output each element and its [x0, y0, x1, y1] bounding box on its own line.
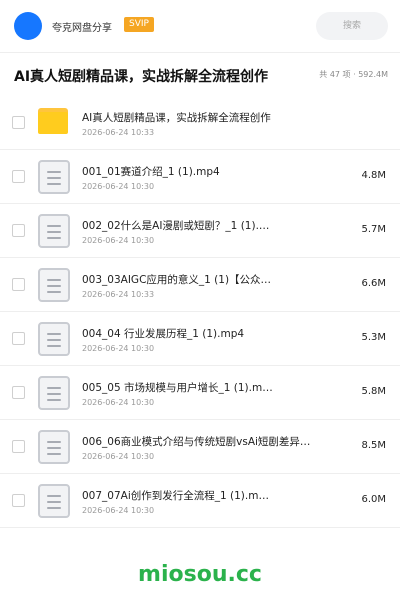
file-date: 2026-06-24 10:30: [82, 398, 155, 407]
file-name: 002_02什么是AI漫剧或短剧？_1 (1).…: [82, 220, 270, 232]
file-size: 6.6M: [361, 278, 386, 289]
checkbox[interactable]: [12, 386, 25, 399]
document-icon: [38, 160, 70, 194]
document-icon: [38, 268, 70, 302]
checkbox[interactable]: [12, 170, 25, 183]
document-icon: [38, 484, 70, 518]
file-date: 2026-06-24 10:30: [82, 506, 155, 515]
share-name: 夸克网盘分享: [52, 23, 112, 34]
file-name: 003_03AIGC应用的意义_1 (1)【公众…: [82, 274, 272, 286]
checkbox[interactable]: [12, 224, 25, 237]
avatar[interactable]: [14, 12, 42, 40]
file-date: 2026-06-24 10:30: [82, 344, 155, 353]
top-bar: 夸克网盘分享 SVIP 搜索: [0, 0, 400, 52]
checkbox[interactable]: [12, 278, 25, 291]
file-name: 006_06商业模式介绍与传统短剧vsAi短剧差异…: [82, 436, 311, 448]
file-date: 2026-06-24 10:33: [82, 290, 155, 299]
file-size: 5.8M: [361, 386, 386, 397]
list-item[interactable]: 007_07Ai创作到发行全流程_1 (1).m… 2026-06-24 10:…: [0, 474, 400, 528]
file-name: AI真人短剧精品课，实战拆解全流程创作: [82, 112, 271, 124]
header-divider: [0, 52, 400, 53]
file-size: 4.8M: [361, 170, 386, 181]
document-icon: [38, 214, 70, 248]
folder-icon: [38, 108, 68, 134]
file-size: 5.7M: [361, 224, 386, 235]
checkbox[interactable]: [12, 494, 25, 507]
document-icon: [38, 376, 70, 410]
list-item[interactable]: 006_06商业模式介绍与传统短剧vsAi短剧差异… 2026-06-24 10…: [0, 420, 400, 474]
svip-badge: SVIP: [124, 17, 154, 32]
page-title: AI真人短剧精品课，实战拆解全流程创作: [14, 69, 269, 85]
folder-meta: 共 47 项 · 592.4M: [319, 70, 388, 79]
list-item[interactable]: 001_01赛道介绍_1 (1).mp4 2026-06-24 10:30 4.…: [0, 150, 400, 204]
file-size: 6.0M: [361, 494, 386, 505]
list-item[interactable]: 003_03AIGC应用的意义_1 (1)【公众… 2026-06-24 10:…: [0, 258, 400, 312]
file-name: 007_07Ai创作到发行全流程_1 (1).m…: [82, 490, 269, 502]
list-item[interactable]: 002_02什么是AI漫剧或短剧？_1 (1).… 2026-06-24 10:…: [0, 204, 400, 258]
file-date: 2026-06-24 10:30: [82, 182, 155, 191]
file-size: 5.3M: [361, 332, 386, 343]
file-size: 8.5M: [361, 440, 386, 451]
watermark: miosou.cc: [138, 562, 262, 587]
list-item[interactable]: 004_04 行业发展历程_1 (1).mp4 2026-06-24 10:30…: [0, 312, 400, 366]
file-date: 2026-06-24 10:33: [82, 128, 155, 137]
checkbox[interactable]: [12, 332, 25, 345]
file-list: AI真人短剧精品课，实战拆解全流程创作 2026-06-24 10:33 001…: [0, 96, 400, 528]
list-item[interactable]: 005_05 市场规模与用户增长_1 (1).m… 2026-06-24 10:…: [0, 366, 400, 420]
folder-header: AI真人短剧精品课，实战拆解全流程创作 共 47 项 · 592.4M: [0, 54, 400, 96]
list-item[interactable]: AI真人短剧精品课，实战拆解全流程创作 2026-06-24 10:33: [0, 96, 400, 150]
file-date: 2026-06-24 10:30: [82, 236, 155, 245]
file-date: 2026-06-24 10:30: [82, 452, 155, 461]
file-name: 004_04 行业发展历程_1 (1).mp4: [82, 328, 245, 340]
search-input[interactable]: 搜索: [316, 12, 388, 40]
file-name: 005_05 市场规模与用户增长_1 (1).m…: [82, 382, 273, 394]
document-icon: [38, 322, 70, 356]
checkbox[interactable]: [12, 116, 25, 129]
document-icon: [38, 430, 70, 464]
checkbox[interactable]: [12, 440, 25, 453]
file-name: 001_01赛道介绍_1 (1).mp4: [82, 166, 220, 178]
